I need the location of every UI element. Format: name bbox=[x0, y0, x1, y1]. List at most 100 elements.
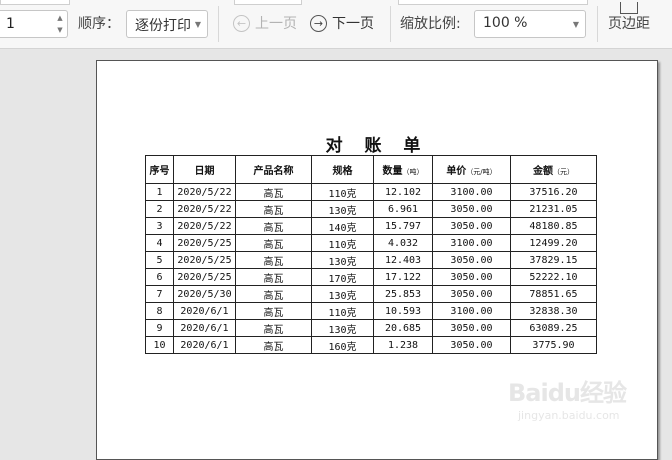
column-header: 规格 bbox=[311, 155, 374, 184]
table-cell: 110克 bbox=[311, 234, 374, 252]
column-header: 数量（吨） bbox=[373, 155, 433, 184]
table-cell: 3100.00 bbox=[432, 302, 511, 320]
table-row: 9 2020/6/1 高瓦 130克 20.685 3050.00 63089.25 bbox=[145, 319, 597, 337]
table-cell: 52222.10 bbox=[510, 268, 597, 286]
statement-body: 1 2020/5/22 高瓦 110克 12.102 3100.00 37516.20 2 20… bbox=[145, 183, 597, 354]
table-cell: 9 bbox=[145, 319, 174, 337]
table-cell: 高瓦 bbox=[235, 200, 312, 218]
zoom-select[interactable]: 100 % ▼ bbox=[474, 10, 586, 38]
table-cell: 3100.00 bbox=[432, 183, 511, 201]
toolbar-control-top bbox=[234, 0, 302, 5]
table-cell: 3050.00 bbox=[432, 200, 511, 218]
table-cell: 37829.15 bbox=[510, 251, 597, 269]
table-cell: 63089.25 bbox=[510, 319, 597, 337]
table-cell: 高瓦 bbox=[235, 302, 312, 320]
table-cell: 2020/5/22 bbox=[173, 200, 236, 218]
arrow-left-circle-icon: ← bbox=[233, 14, 250, 32]
arrow-right-circle-icon: → bbox=[310, 14, 327, 32]
table-row: 6 2020/5/25 高瓦 170克 17.122 3050.00 52222.10 bbox=[145, 268, 597, 286]
table-cell: 170克 bbox=[311, 268, 374, 286]
table-cell: 1.238 bbox=[373, 336, 433, 354]
table-cell: 2020/5/22 bbox=[173, 217, 236, 235]
table-cell: 2020/6/1 bbox=[173, 336, 236, 354]
table-cell: 2020/6/1 bbox=[173, 319, 236, 337]
table-cell: 6 bbox=[145, 268, 174, 286]
table-cell: 2020/5/25 bbox=[173, 251, 236, 269]
table-row: 2 2020/5/22 高瓦 130克 6.961 3050.00 21231.05 bbox=[145, 200, 597, 218]
table-cell: 12.102 bbox=[373, 183, 433, 201]
table-cell: 12499.20 bbox=[510, 234, 597, 252]
table-row: 5 2020/5/25 高瓦 130克 12.403 3050.00 37829.15 bbox=[145, 251, 597, 269]
table-row: 4 2020/5/25 高瓦 110克 4.032 3100.00 12499.20 bbox=[145, 234, 597, 252]
table-cell: 32838.30 bbox=[510, 302, 597, 320]
toolbar-divider bbox=[390, 6, 391, 42]
column-header: 日期 bbox=[173, 155, 236, 184]
watermark-sub: jingyan.baidu.com bbox=[518, 409, 620, 422]
watermark-text: Baidu经验 bbox=[508, 379, 627, 407]
table-cell: 110克 bbox=[311, 183, 374, 201]
table-cell: 78851.65 bbox=[510, 285, 597, 303]
document-title: 对 账 单 bbox=[325, 136, 429, 156]
table-cell: 4 bbox=[145, 234, 174, 252]
table-cell: 高瓦 bbox=[235, 251, 312, 269]
table-cell: 4.032 bbox=[373, 234, 433, 252]
table-cell: 2020/5/25 bbox=[173, 268, 236, 286]
column-header: 产品名称 bbox=[235, 155, 312, 184]
column-header: 序号 bbox=[145, 155, 174, 184]
increment-icon[interactable]: ▲ bbox=[55, 12, 65, 24]
table-cell: 140克 bbox=[311, 217, 374, 235]
table-cell: 12.403 bbox=[373, 251, 433, 269]
table-cell: 15.797 bbox=[373, 217, 433, 235]
table-cell: 130克 bbox=[311, 200, 374, 218]
table-cell: 10 bbox=[145, 336, 174, 354]
table-cell: 3 bbox=[145, 217, 174, 235]
copies-input[interactable]: 1 ▲ ▼ bbox=[0, 10, 68, 38]
table-cell: 高瓦 bbox=[235, 217, 312, 235]
statement-table: 序号 日期 产品名称 规格 数量（吨） 单价（元/吨） 金额（元） 1 2020/… bbox=[145, 155, 597, 354]
watermark: Baidu经验 jingyan.baidu.com bbox=[508, 363, 642, 433]
table-cell: 高瓦 bbox=[235, 183, 312, 201]
table-cell: 3050.00 bbox=[432, 217, 511, 235]
copies-value[interactable]: 1 bbox=[6, 16, 15, 32]
page-margins-button[interactable]: 页边距 bbox=[608, 14, 650, 34]
table-cell: 高瓦 bbox=[235, 336, 312, 354]
page-margins-icon[interactable] bbox=[620, 2, 638, 14]
table-cell: 3050.00 bbox=[432, 336, 511, 354]
table-cell: 2020/5/25 bbox=[173, 234, 236, 252]
table-cell: 3775.90 bbox=[510, 336, 597, 354]
next-page-label: 下一页 bbox=[332, 16, 374, 32]
table-cell: 3100.00 bbox=[432, 234, 511, 252]
table-cell: 1 bbox=[145, 183, 174, 201]
prev-page-button[interactable]: ← 上一页 bbox=[233, 10, 297, 36]
table-cell: 7 bbox=[145, 285, 174, 303]
print-preview-toolbar: 1 ▲ ▼ 顺序： 逐份打印 ▼ ← 上一页 → 下一页 缩放比例: 100 %… bbox=[0, 0, 672, 49]
table-cell: 130克 bbox=[311, 251, 374, 269]
table-cell: 高瓦 bbox=[235, 268, 312, 286]
table-cell: 3050.00 bbox=[432, 285, 511, 303]
table-cell: 17.122 bbox=[373, 268, 433, 286]
next-page-button[interactable]: → 下一页 bbox=[310, 10, 374, 36]
table-row: 3 2020/5/22 高瓦 140克 15.797 3050.00 48180.85 bbox=[145, 217, 597, 235]
table-cell: 160克 bbox=[311, 336, 374, 354]
order-select[interactable]: 逐份打印 ▼ bbox=[126, 10, 208, 38]
order-value: 逐份打印 bbox=[135, 18, 191, 34]
table-cell: 高瓦 bbox=[235, 234, 312, 252]
zoom-value: 100 % bbox=[483, 15, 528, 31]
toolbar-divider bbox=[218, 6, 219, 42]
table-cell: 21231.05 bbox=[510, 200, 597, 218]
table-cell: 3050.00 bbox=[432, 268, 511, 286]
toolbar-divider bbox=[597, 6, 598, 42]
table-cell: 5 bbox=[145, 251, 174, 269]
toolbar-control-top bbox=[0, 0, 70, 5]
table-cell: 130克 bbox=[311, 285, 374, 303]
table-row: 1 2020/5/22 高瓦 110克 12.102 3100.00 37516.20 bbox=[145, 183, 597, 201]
table-cell: 130克 bbox=[311, 319, 374, 337]
table-cell: 20.685 bbox=[373, 319, 433, 337]
table-cell: 25.853 bbox=[373, 285, 433, 303]
table-cell: 6.961 bbox=[373, 200, 433, 218]
table-cell: 8 bbox=[145, 302, 174, 320]
table-cell: 2020/6/1 bbox=[173, 302, 236, 320]
prev-page-label: 上一页 bbox=[255, 16, 297, 32]
table-cell: 2 bbox=[145, 200, 174, 218]
decrement-icon[interactable]: ▼ bbox=[55, 24, 65, 36]
